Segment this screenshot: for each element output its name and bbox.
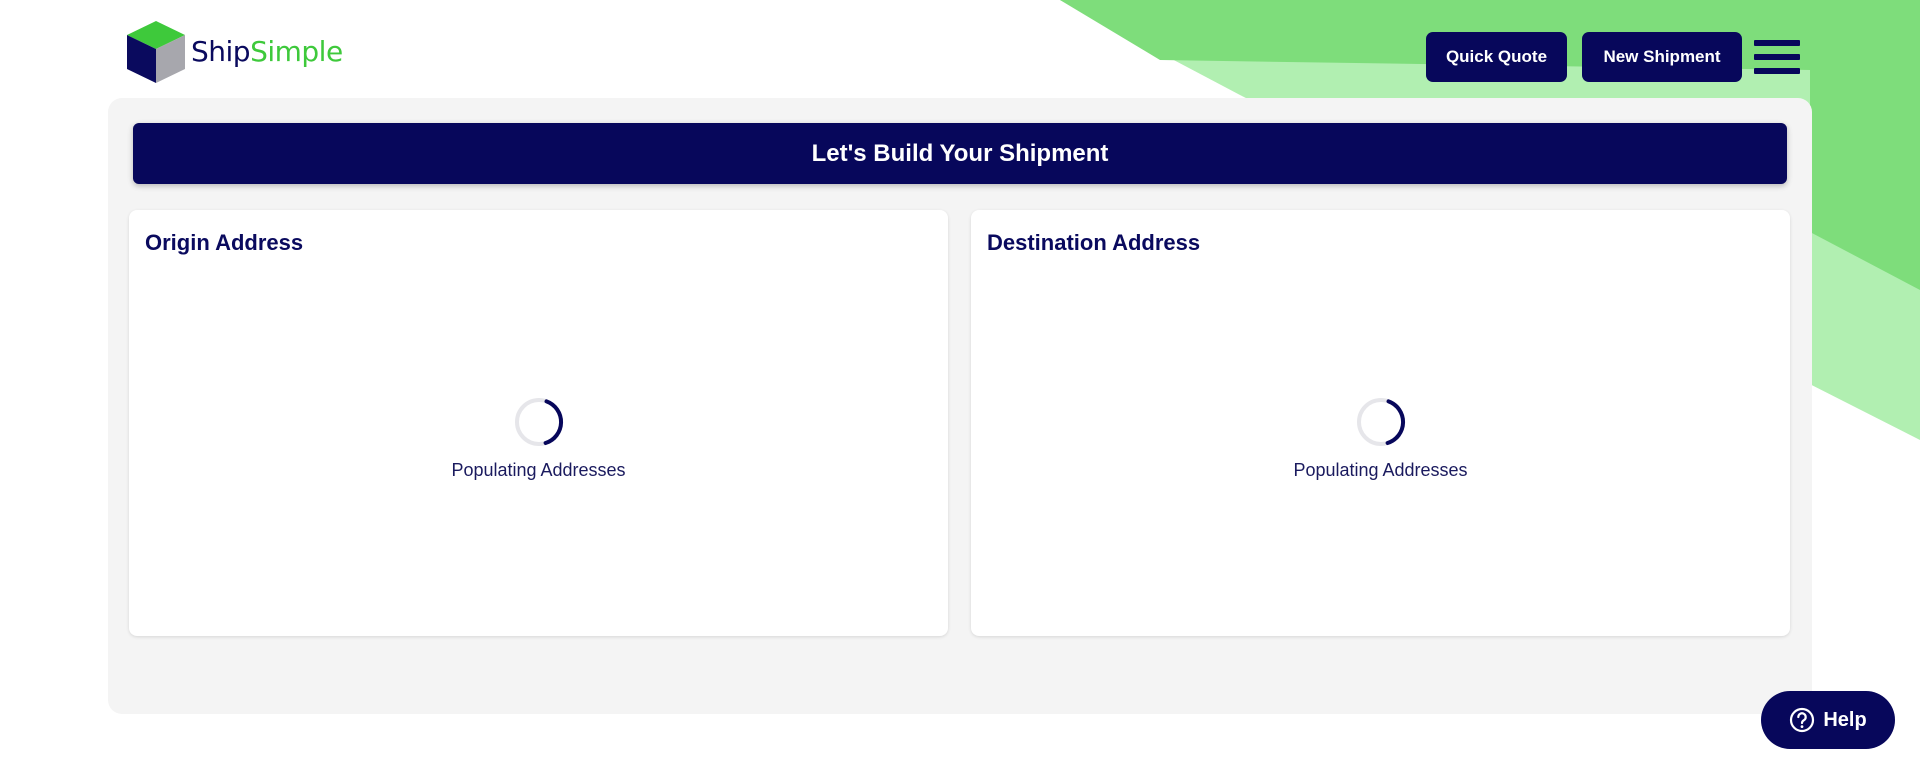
logo-wordmark: ShipSimple <box>191 35 343 68</box>
logo-text-simple: Simple <box>250 34 343 68</box>
shipsimple-logo[interactable]: ShipSimple <box>125 20 343 84</box>
destination-address-title: Destination Address <box>987 230 1201 255</box>
loading-spinner-icon <box>1356 398 1405 446</box>
hamburger-menu-icon[interactable] <box>1754 40 1800 74</box>
logo-text-ship: Ship <box>191 34 251 68</box>
cube-logo-icon <box>127 21 185 83</box>
origin-address-card: Origin Address Populating Addresses <box>129 210 948 636</box>
destination-address-card: Destination Address Populating Addresses <box>971 210 1790 636</box>
new-shipment-button[interactable]: New Shipment <box>1582 32 1742 82</box>
quick-quote-button[interactable]: Quick Quote <box>1426 32 1567 82</box>
question-circle-icon <box>1790 707 1815 733</box>
origin-address-title: Origin Address <box>145 230 304 255</box>
origin-loading-text: Populating Addresses <box>451 460 626 480</box>
destination-loading-text: Populating Addresses <box>1293 460 1468 480</box>
page-title-banner: Let's Build Your Shipment <box>133 123 1787 184</box>
header: ShipSimple Quick Quote New Shipment <box>0 0 1920 98</box>
help-label: Help <box>1823 708 1867 731</box>
loading-spinner-icon <box>514 398 563 446</box>
help-button[interactable]: Help <box>1761 691 1895 749</box>
